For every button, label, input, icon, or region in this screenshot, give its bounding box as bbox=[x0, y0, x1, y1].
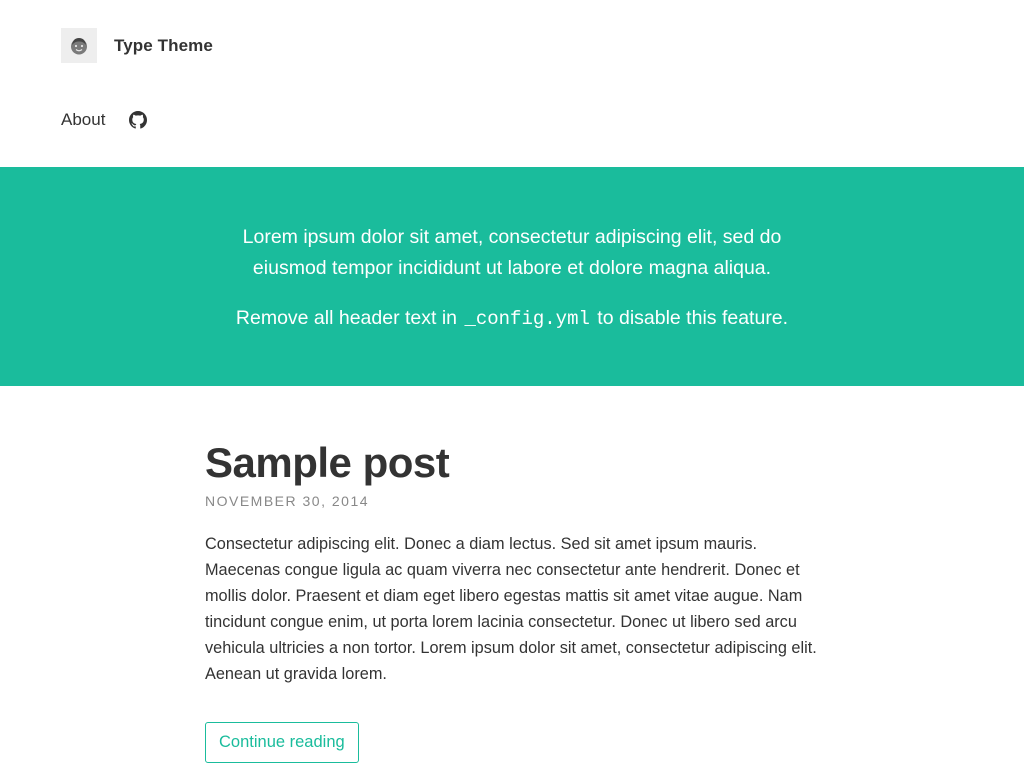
main-nav: About bbox=[61, 110, 148, 130]
post-preview: Sample post NOVEMBER 30, 2014 Consectetu… bbox=[205, 386, 819, 763]
hero-banner: Lorem ipsum dolor sit amet, consectetur … bbox=[0, 167, 1024, 386]
post-date: NOVEMBER 30, 2014 bbox=[205, 493, 370, 509]
nav-link-github[interactable] bbox=[129, 111, 148, 129]
post-title[interactable]: Sample post bbox=[205, 438, 819, 488]
hero-note-before: Remove all header text in bbox=[235, 307, 463, 329]
hero-lead-line: Lorem ipsum dolor sit amet, consectetur … bbox=[242, 226, 782, 279]
post-excerpt: Consectetur adipiscing elit. Donec a dia… bbox=[205, 535, 817, 683]
brand[interactable]: Type Theme bbox=[61, 28, 213, 63]
hero-note-code: _config.yml bbox=[464, 308, 590, 330]
github-icon bbox=[129, 111, 148, 129]
avatar[interactable] bbox=[61, 28, 97, 63]
hero-note-text: Remove all header text in _config.yml to… bbox=[0, 303, 1024, 335]
nav-link-about[interactable]: About bbox=[61, 110, 105, 130]
avatar-face-icon bbox=[71, 37, 87, 54]
site-title[interactable]: Type Theme bbox=[114, 36, 213, 56]
hero-note-after: to disable this feature. bbox=[591, 307, 789, 329]
continue-reading-button[interactable]: Continue reading bbox=[205, 722, 359, 763]
site-header: Type Theme About bbox=[0, 0, 1024, 167]
hero-lead-text: Lorem ipsum dolor sit amet, consectetur … bbox=[227, 222, 797, 284]
